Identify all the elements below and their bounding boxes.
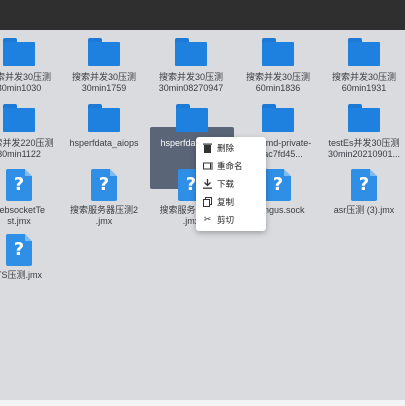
file-unknown-icon: ? — [91, 169, 117, 201]
folder-item[interactable]: 搜索并发30压测 30min08270947 — [148, 32, 234, 94]
item-label: 搜索并发30压测 60min1931 — [331, 72, 396, 93]
file-item[interactable]: ? asr压测 (3).jmx — [321, 163, 405, 216]
item-label: 搜索服务器压测2 .jmx — [69, 205, 138, 226]
download-icon — [202, 179, 213, 190]
rename-icon — [202, 161, 213, 172]
item-label: websocketTe st.jmx — [0, 205, 46, 226]
item-label: hsperfdata_aiops — [69, 138, 139, 148]
menu-item-label: 下载 — [217, 179, 235, 189]
folder-icon — [176, 104, 208, 134]
file-item[interactable]: ? 搜索服务器压测2 .jmx — [61, 163, 147, 227]
item-label: testEs并发30压测 30min20210901... — [327, 138, 401, 159]
folder-icon — [262, 104, 294, 134]
item-label: 搜索并发220压测 30min1122 — [0, 138, 54, 159]
menu-item-label: 复制 — [217, 197, 235, 207]
folder-icon — [3, 104, 35, 134]
menu-item-delete[interactable]: 删除 — [196, 139, 266, 157]
menu-item-label: 重命名 — [217, 161, 243, 171]
folder-icon — [175, 38, 207, 68]
folder-icon — [88, 38, 120, 68]
context-menu: 删除 重命名 下载 复制 ✂ 剪切 — [196, 137, 266, 231]
file-unknown-icon: ? — [6, 234, 32, 266]
menu-item-cut[interactable]: ✂ 剪切 — [196, 211, 266, 229]
folder-icon — [88, 104, 120, 134]
folder-item[interactable]: hsperfdata_aiops — [61, 98, 147, 149]
file-item[interactable]: ? websocketTe st.jmx — [0, 163, 62, 227]
menu-item-label: 剪切 — [217, 215, 235, 225]
menu-item-download[interactable]: 下载 — [196, 175, 266, 193]
top-bar — [0, 0, 405, 30]
file-grid: 搜索并发30压测 30min1030 搜索并发30压测 30min1759 搜索… — [0, 30, 405, 400]
folder-icon — [262, 38, 294, 68]
folder-icon — [348, 38, 380, 68]
item-label: 搜索并发30压测 30min1759 — [71, 72, 136, 93]
trash-icon — [202, 143, 213, 154]
file-item[interactable]: ? TS压测.jmx — [0, 228, 62, 281]
menu-item-copy[interactable]: 复制 — [196, 193, 266, 211]
item-label: asr压测 (3).jmx — [333, 205, 395, 215]
folder-item[interactable]: 搜索并发30压测 30min1759 — [61, 32, 147, 94]
folder-item[interactable]: 搜索并发30压测 60min1931 — [321, 32, 405, 94]
item-label: TS压测.jmx — [0, 270, 42, 280]
item-label: 搜索并发30压测 30min08270947 — [158, 72, 224, 93]
folder-icon — [3, 38, 35, 68]
folder-item[interactable]: 搜索并发30压测 60min1836 — [235, 32, 321, 94]
folder-icon — [348, 104, 380, 134]
file-unknown-icon: ? — [6, 169, 32, 201]
scissors-icon: ✂ — [203, 215, 212, 225]
item-label: 搜索并发30压测 60min1836 — [245, 72, 310, 93]
menu-item-rename[interactable]: 重命名 — [196, 157, 266, 175]
folder-item[interactable]: 搜索并发220压测 30min1122 — [0, 98, 62, 160]
item-label: 搜索并发30压测 30min1030 — [0, 72, 51, 93]
folder-item[interactable]: 搜索并发30压测 30min1030 — [0, 32, 62, 94]
menu-item-label: 删除 — [217, 143, 235, 153]
file-unknown-icon: ? — [351, 169, 377, 201]
copy-icon — [202, 197, 213, 208]
bottom-edge — [0, 400, 405, 406]
folder-item[interactable]: testEs并发30压测 30min20210901... — [321, 98, 405, 160]
file-unknown-icon: ? — [265, 169, 291, 201]
